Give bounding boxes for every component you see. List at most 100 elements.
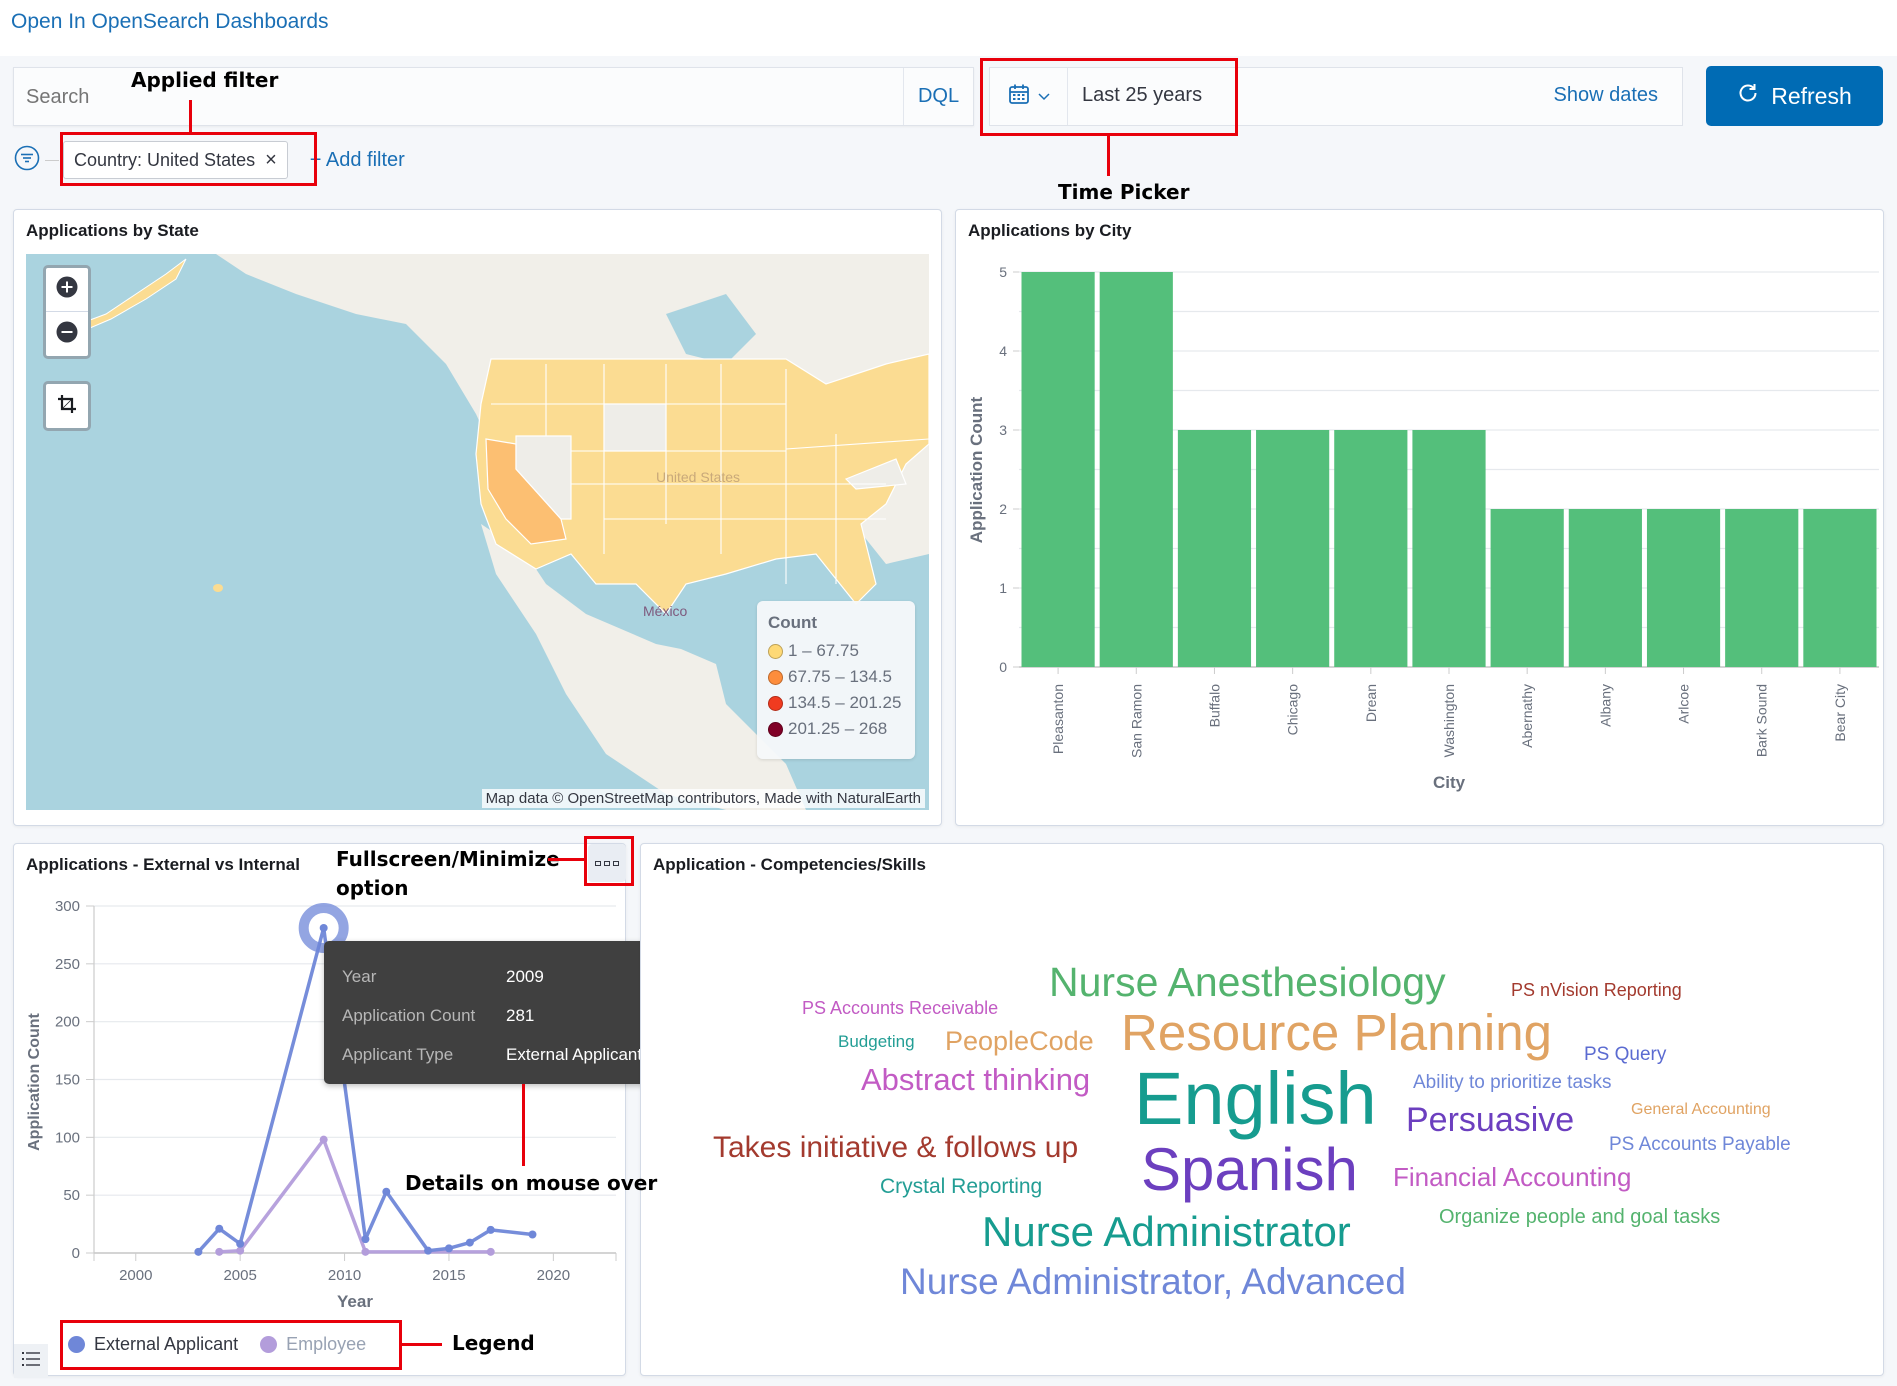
region-map[interactable]: United States México Count 1 – 67.75 67.… [26,254,929,810]
bar[interactable] [1177,430,1252,667]
y-axis-title: Application Count [26,1012,43,1150]
series-legend: External Applicant Employee [68,1334,366,1355]
tooltip-key: Applicant Type [342,1044,454,1064]
word-cloud-tag[interactable]: Persuasive [1406,1103,1574,1137]
y-tick-label: 5 [999,264,1007,280]
refresh-label: Refresh [1771,82,1852,109]
word-cloud-tag[interactable]: Budgeting [838,1033,915,1050]
zoom-in-button[interactable] [46,268,88,312]
show-dates-link[interactable]: Show dates [1553,84,1658,107]
annotation-arrow [1107,136,1110,176]
x-tick-label: Bark Sound [1754,684,1770,757]
legend-item-employee[interactable]: Employee [260,1334,366,1355]
data-point[interactable] [319,923,328,932]
query-language-button[interactable]: DQL [903,68,973,125]
bar[interactable] [1646,509,1721,667]
list-icon [22,1351,40,1372]
tooltip-row: Year 2009 [342,957,658,996]
x-tick-label: Washington [1441,684,1457,757]
line-chart: 0 50 100 150 200 250 300 2000 2005 2010 2015 2020 Ye… [26,898,617,1311]
tooltip-row: Applicant Type External Applicant [342,1035,658,1074]
word-cloud-tag[interactable]: General Accounting [1631,1102,1771,1118]
word-cloud-tag[interactable]: Ability to prioritize tasks [1413,1073,1612,1092]
open-in-dashboards-link[interactable]: Open In OpenSearch Dashboards [11,10,329,34]
word-cloud-tag[interactable]: PeopleCode [945,1028,1094,1055]
refresh-button[interactable]: Refresh [1706,66,1883,126]
word-cloud-tag[interactable]: English [1134,1062,1377,1136]
word-cloud-tag[interactable]: Nurse Administrator, Advanced [900,1263,1406,1300]
data-point[interactable] [465,1238,474,1247]
word-cloud-tag[interactable]: Financial Accounting [1393,1164,1631,1190]
word-cloud-tag[interactable]: PS Accounts Payable [1609,1135,1791,1154]
quick-select-button[interactable] [990,68,1068,125]
data-point[interactable] [486,1225,495,1234]
filter-menu-button[interactable] [13,145,41,174]
filter-pill[interactable]: Country: United States × [63,141,288,179]
legend-swatch-icon [768,721,783,737]
tooltip-row: Application Count 281 [342,996,658,1035]
data-point[interactable] [215,1247,224,1256]
data-point[interactable] [194,1247,203,1256]
word-cloud-tag[interactable]: Takes initiative & follows up [713,1133,1078,1163]
word-cloud-tag[interactable]: Nurse Anesthesiology [1049,962,1446,1003]
word-cloud-tag[interactable]: PS nVision Reporting [1511,981,1682,999]
map-legend-label: 134.5 – 201.25 [788,693,902,712]
data-point[interactable] [382,1187,391,1196]
bar[interactable] [1099,272,1173,667]
word-cloud-tag[interactable]: PS Query [1584,1045,1666,1064]
annotation-fullscreen: Fullscreen/Minimize [336,847,560,871]
filter-bar: Country: United States × + Add filter [13,140,405,180]
data-point[interactable] [236,1239,245,1248]
fit-data-bounds-button[interactable] [46,384,88,428]
bar[interactable] [1568,509,1642,667]
x-tick-label: 2010 [328,1267,361,1284]
data-point[interactable] [361,1247,370,1256]
x-tick-label: 2005 [223,1267,256,1284]
zoom-out-button[interactable] [46,312,88,356]
word-cloud-tag[interactable]: Crystal Reporting [880,1176,1042,1197]
panel-applications-by-state: Applications by State United States Méxi… [13,209,942,826]
word-cloud-tag[interactable]: Abstract thinking [861,1064,1090,1095]
data-point[interactable] [236,1246,245,1255]
word-cloud-tag[interactable]: Nurse Administrator [982,1211,1351,1253]
word-cloud-tag[interactable]: Resource Planning [1121,1007,1552,1058]
top-bar: Open In OpenSearch Dashboards [0,0,1897,56]
y-tick-label: 3 [999,422,1007,438]
word-cloud-tag[interactable]: PS Accounts Receivable [802,999,998,1017]
bar[interactable] [1334,430,1408,667]
plus-icon [56,276,78,303]
close-icon[interactable]: × [265,149,277,172]
data-point[interactable] [486,1247,495,1256]
add-filter-button[interactable]: + Add filter [310,149,405,172]
minus-icon [56,321,78,348]
tooltip-value: 281 [506,1005,535,1025]
legend-item-external-applicant[interactable]: External Applicant [68,1334,238,1355]
data-point[interactable] [319,1135,328,1144]
region-wyoming[interactable] [603,403,667,452]
data-point[interactable] [528,1230,537,1239]
legend-toggle-button[interactable] [14,1344,48,1378]
map-attribution[interactable]: Map data © OpenStreetMap contributors, M… [481,789,925,808]
word-cloud-tag[interactable]: Spanish [1141,1140,1358,1200]
word-cloud-tag[interactable]: Organize people and goal tasks [1439,1207,1720,1227]
fit-bounds-control [43,381,91,431]
bar[interactable] [1803,509,1877,667]
legend-label: External Applicant [94,1334,239,1354]
data-point[interactable] [444,1244,453,1253]
time-range-label[interactable]: Last 25 years [1082,84,1202,107]
map-legend-title: Count [768,613,818,632]
bar[interactable] [1021,272,1095,667]
map-legend-item: 201.25 – 268 [768,716,904,742]
map-legend-item: 134.5 – 201.25 [768,690,904,716]
bar[interactable] [1725,509,1799,667]
x-axis-title: City [1433,773,1466,792]
data-point[interactable] [215,1224,224,1233]
x-tick-label: Albany [1597,684,1613,727]
legend-swatch-icon [768,669,783,685]
y-tick-label: 2 [999,501,1007,517]
data-point[interactable] [424,1246,433,1255]
data-point[interactable] [361,1235,370,1244]
bar[interactable] [1412,430,1486,667]
bar[interactable] [1490,509,1564,667]
bar[interactable] [1256,430,1330,667]
